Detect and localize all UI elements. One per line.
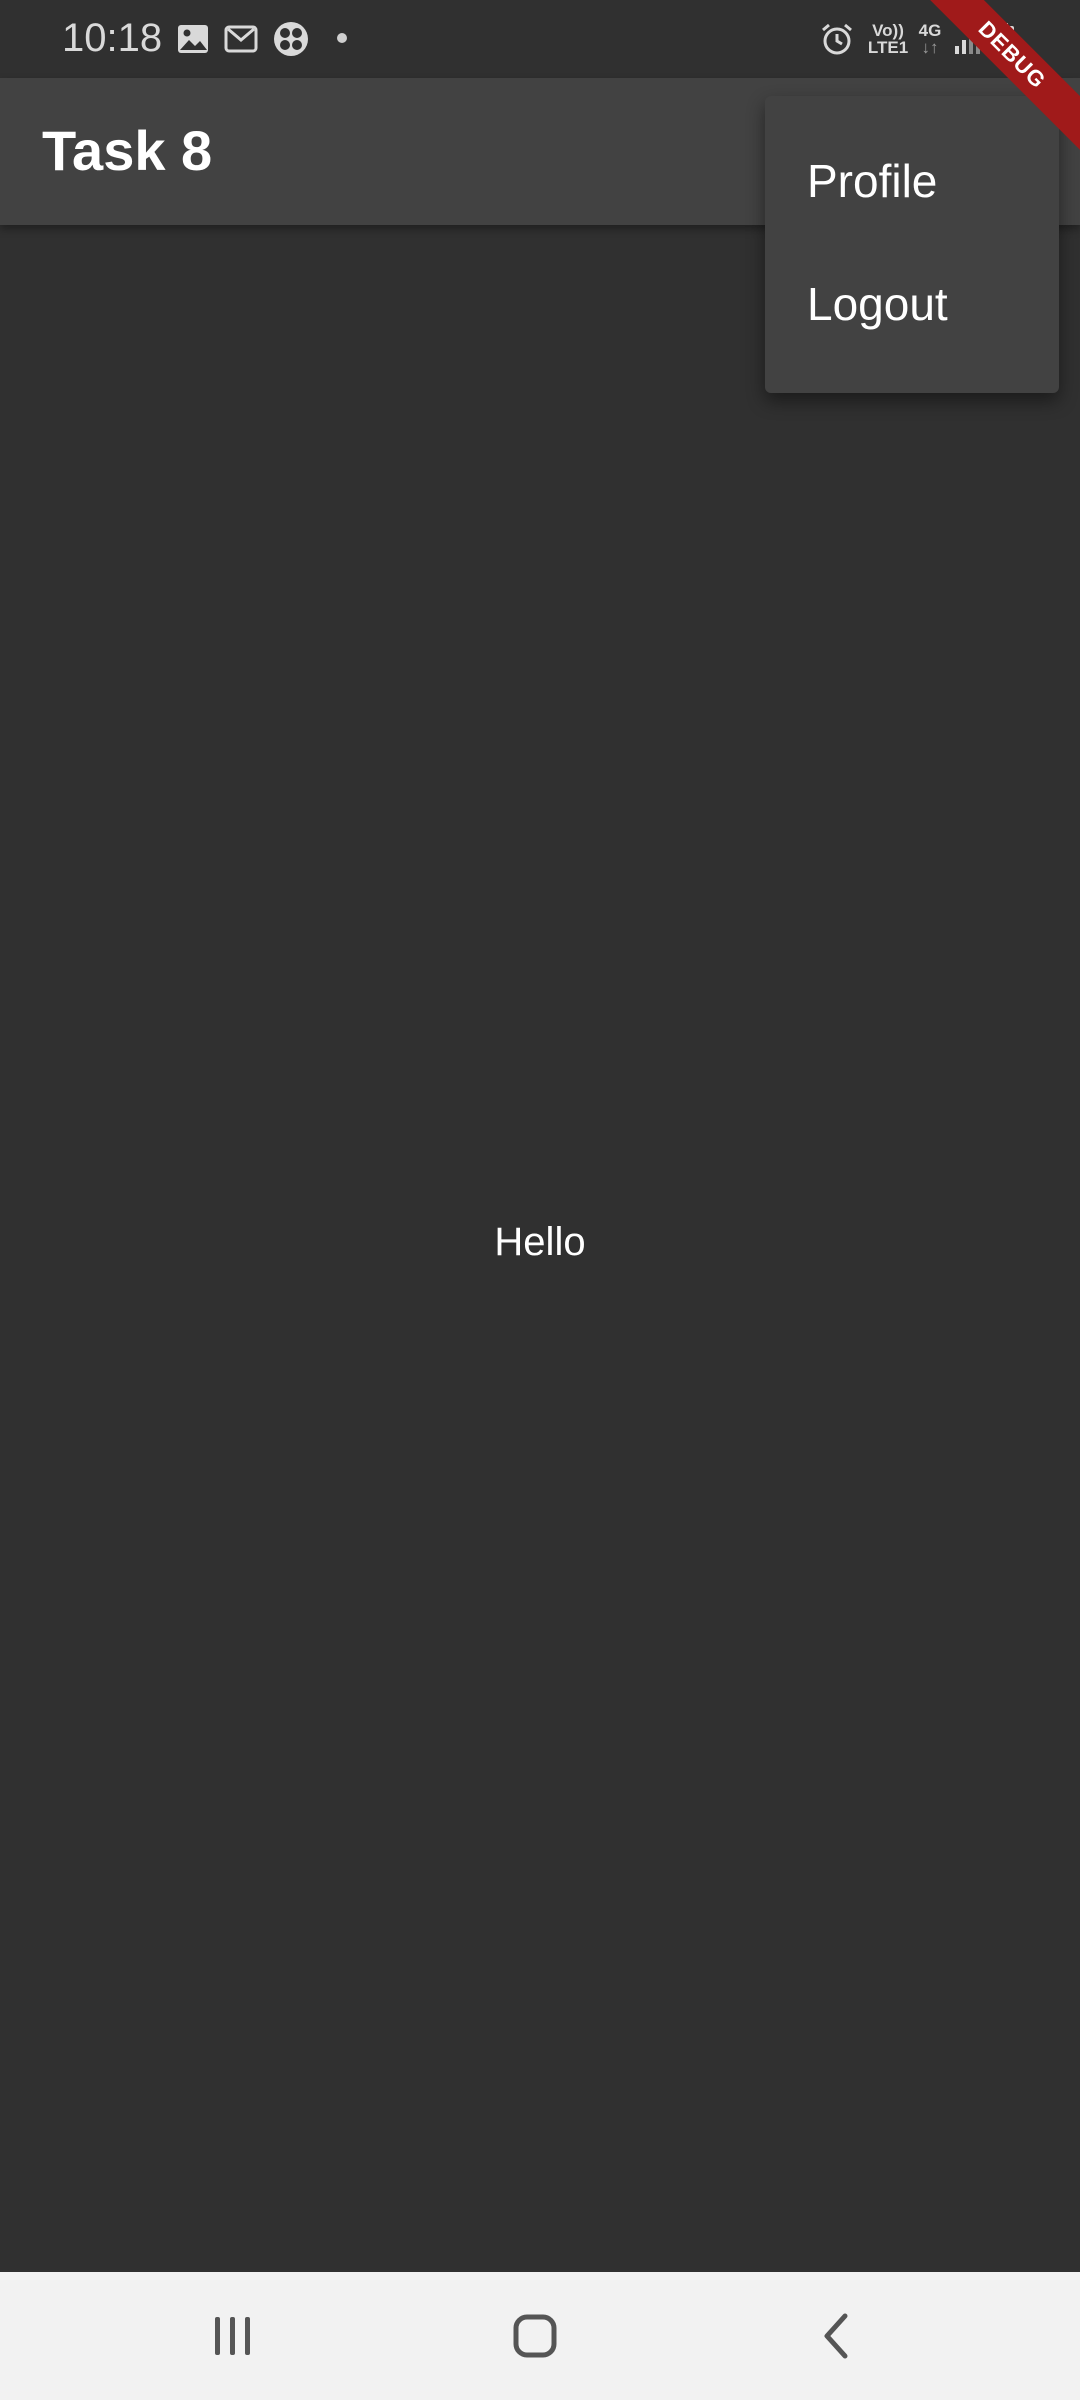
status-time: 10:18 — [62, 16, 163, 60]
body-text: Hello — [494, 1220, 586, 1264]
menu-item-logout[interactable]: Logout — [765, 223, 1059, 350]
status-bar: 10:18 Vo)) LTE1 4G ↓↑ — [0, 0, 1080, 78]
back-icon[interactable] — [797, 2296, 877, 2376]
4g-icon: 4G ↓↑ — [912, 22, 948, 56]
page-title: Task 8 — [42, 119, 213, 182]
network-top-label: 4G — [918, 21, 942, 40]
overflow-popup-menu: Profile Logout — [765, 96, 1059, 393]
volte-icon: Vo)) LTE1 — [866, 22, 910, 56]
volte-top-label: Vo)) — [872, 21, 904, 40]
volte-bottom-label: LTE1 — [867, 38, 909, 57]
screen: 10:18 Vo)) LTE1 4G ↓↑ DEBUG Task 8 Profi… — [0, 0, 1080, 2400]
gmail-icon — [224, 25, 258, 53]
home-icon[interactable] — [496, 2296, 576, 2376]
recent-apps-icon[interactable] — [193, 2296, 273, 2376]
navigation-bar — [0, 2272, 1080, 2400]
fan-icon — [274, 22, 308, 56]
network-bottom-label: ↓↑ — [921, 38, 939, 57]
menu-item-profile[interactable]: Profile — [765, 96, 1059, 223]
notification-dot-icon — [337, 33, 347, 43]
alarm-icon — [822, 23, 852, 55]
image-icon — [178, 25, 208, 53]
